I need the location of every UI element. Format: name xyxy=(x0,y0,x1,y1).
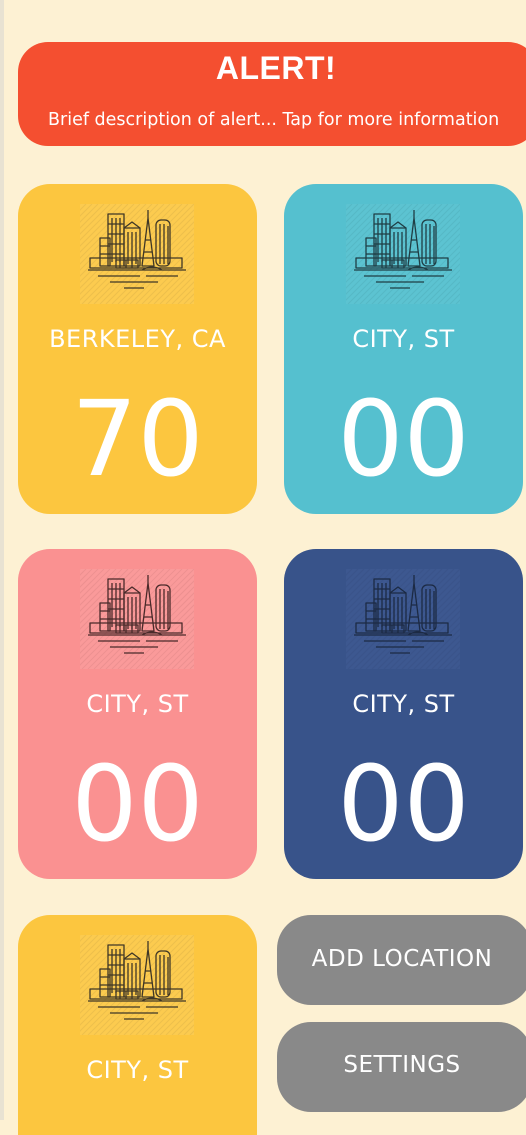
card-city-name: BERKELEY, CA xyxy=(49,325,226,353)
city-skyline-icon xyxy=(80,569,194,669)
city-skyline-icon xyxy=(80,935,194,1035)
card-city-name: CITY, ST xyxy=(352,690,455,718)
settings-label: SETTINGS xyxy=(343,1052,461,1078)
location-card-3[interactable]: CITY, ST 00 xyxy=(18,549,257,879)
alert-title: ALERT! xyxy=(215,50,337,86)
location-card-2[interactable]: CITY, ST 00 xyxy=(284,184,523,514)
card-city-name: CITY, ST xyxy=(86,690,189,718)
card-temperature: 00 xyxy=(337,378,470,500)
window-edge xyxy=(0,0,4,1120)
card-temperature: 00 xyxy=(337,743,470,865)
city-skyline-icon xyxy=(346,569,460,669)
add-location-label: ADD LOCATION xyxy=(311,946,493,972)
add-location-button[interactable]: ADD LOCATION xyxy=(277,915,526,1005)
card-city-name: CITY, ST xyxy=(86,1056,189,1084)
city-skyline-icon xyxy=(80,204,194,304)
location-card-5[interactable]: CITY, ST xyxy=(18,915,257,1135)
card-temperature: 00 xyxy=(71,743,204,865)
location-card-1[interactable]: BERKELEY, CA 70 xyxy=(18,184,257,514)
alert-description[interactable]: Brief description of alert... Tap for mo… xyxy=(48,108,518,132)
card-temperature: 70 xyxy=(71,378,204,500)
city-skyline-icon xyxy=(346,204,460,304)
settings-button[interactable]: SETTINGS xyxy=(277,1022,526,1112)
location-card-4[interactable]: CITY, ST 00 xyxy=(284,549,523,879)
card-city-name: CITY, ST xyxy=(352,325,455,353)
